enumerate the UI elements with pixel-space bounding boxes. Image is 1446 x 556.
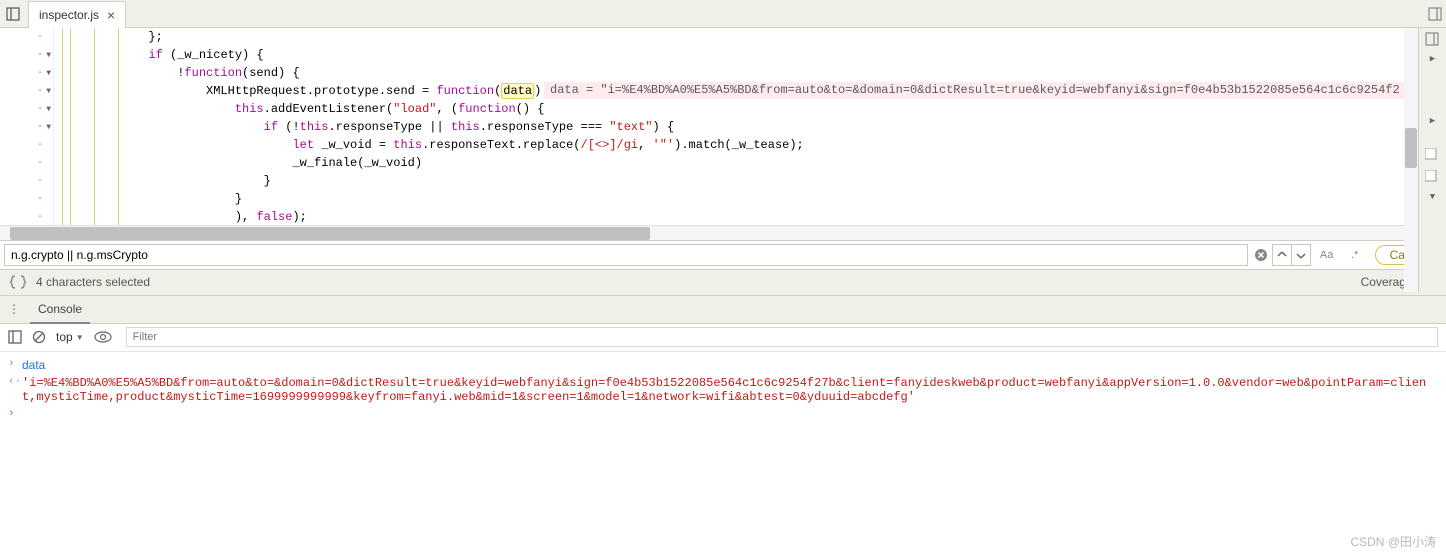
toggle-navigator-icon[interactable] — [4, 5, 22, 23]
scroll-thumb[interactable] — [1405, 128, 1417, 168]
search-input[interactable] — [4, 244, 1248, 266]
console-prompt-icon: › — [8, 408, 22, 420]
collapse-icon[interactable]: ▶ — [1425, 116, 1441, 132]
gutter: - - - - - - - - - - - - - - — [0, 28, 54, 225]
console-input-marker-icon: › — [8, 358, 22, 370]
watermark: CSDN @田小涛 — [1350, 533, 1436, 550]
inline-value-overlay: data = "i=%E4%BD%A0%E5%A5%BD&from=auto&t… — [544, 82, 1424, 99]
horizontal-scrollbar[interactable] — [0, 225, 1446, 240]
more-tabs-icon[interactable] — [1428, 7, 1442, 21]
search-bar: Aa .* Cancel — [0, 240, 1446, 270]
context-selector[interactable]: top — [56, 330, 84, 344]
search-prev-button[interactable] — [1272, 244, 1292, 266]
toggle-console-sidebar-icon[interactable] — [8, 330, 22, 344]
checkbox-1[interactable] — [1425, 148, 1441, 164]
vertical-scrollbar[interactable] — [1404, 28, 1418, 292]
file-tab-inspector[interactable]: inspector.js × — [28, 1, 126, 28]
right-toolbar: ▶ ▶ ▼ — [1418, 28, 1446, 292]
console-tab-bar: ⋮ Console — [0, 296, 1446, 324]
clear-console-icon[interactable] — [32, 330, 46, 344]
code-editor[interactable]: - - - - - - - - - - - - - - }; if (_w_ni — [0, 28, 1446, 225]
live-expression-icon[interactable] — [94, 331, 112, 343]
dropdown-icon[interactable]: ▼ — [1425, 192, 1441, 208]
console-menu-icon[interactable]: ⋮ — [8, 302, 20, 317]
console-toolbar: top — [0, 324, 1446, 352]
code-lines[interactable]: }; if (_w_nicety) { !function(send) { XM… — [54, 28, 1446, 225]
console-output-marker-icon: ‹· — [8, 376, 22, 388]
console-input-text: data — [22, 358, 1438, 372]
console-output[interactable]: › data ‹· 'i=%E4%BD%A0%E5%A5%BD&from=aut… — [0, 352, 1446, 556]
status-bar: 4 characters selected Coverage: n/a — [0, 270, 1446, 296]
tab-console[interactable]: Console — [30, 296, 90, 324]
selection-status: 4 characters selected — [36, 275, 150, 289]
pretty-print-icon[interactable] — [10, 275, 28, 289]
search-next-button[interactable] — [1291, 244, 1311, 266]
checkbox-2[interactable] — [1425, 170, 1441, 186]
scroll-thumb[interactable] — [10, 227, 650, 240]
tab-filename: inspector.js — [39, 8, 99, 22]
clear-search-icon[interactable] — [1251, 244, 1271, 266]
regex-toggle[interactable]: .* — [1343, 244, 1367, 266]
console-output-text: 'i=%E4%BD%A0%E5%A5%BD&from=auto&to=&doma… — [22, 376, 1438, 404]
toggle-debugger-icon[interactable] — [1425, 32, 1441, 48]
tab-bar: inspector.js × — [0, 0, 1446, 28]
match-case-toggle[interactable]: Aa — [1315, 244, 1339, 266]
expand-icon[interactable]: ▶ — [1425, 54, 1441, 70]
console-filter-input[interactable] — [126, 327, 1438, 347]
close-tab-icon[interactable]: × — [107, 7, 115, 23]
